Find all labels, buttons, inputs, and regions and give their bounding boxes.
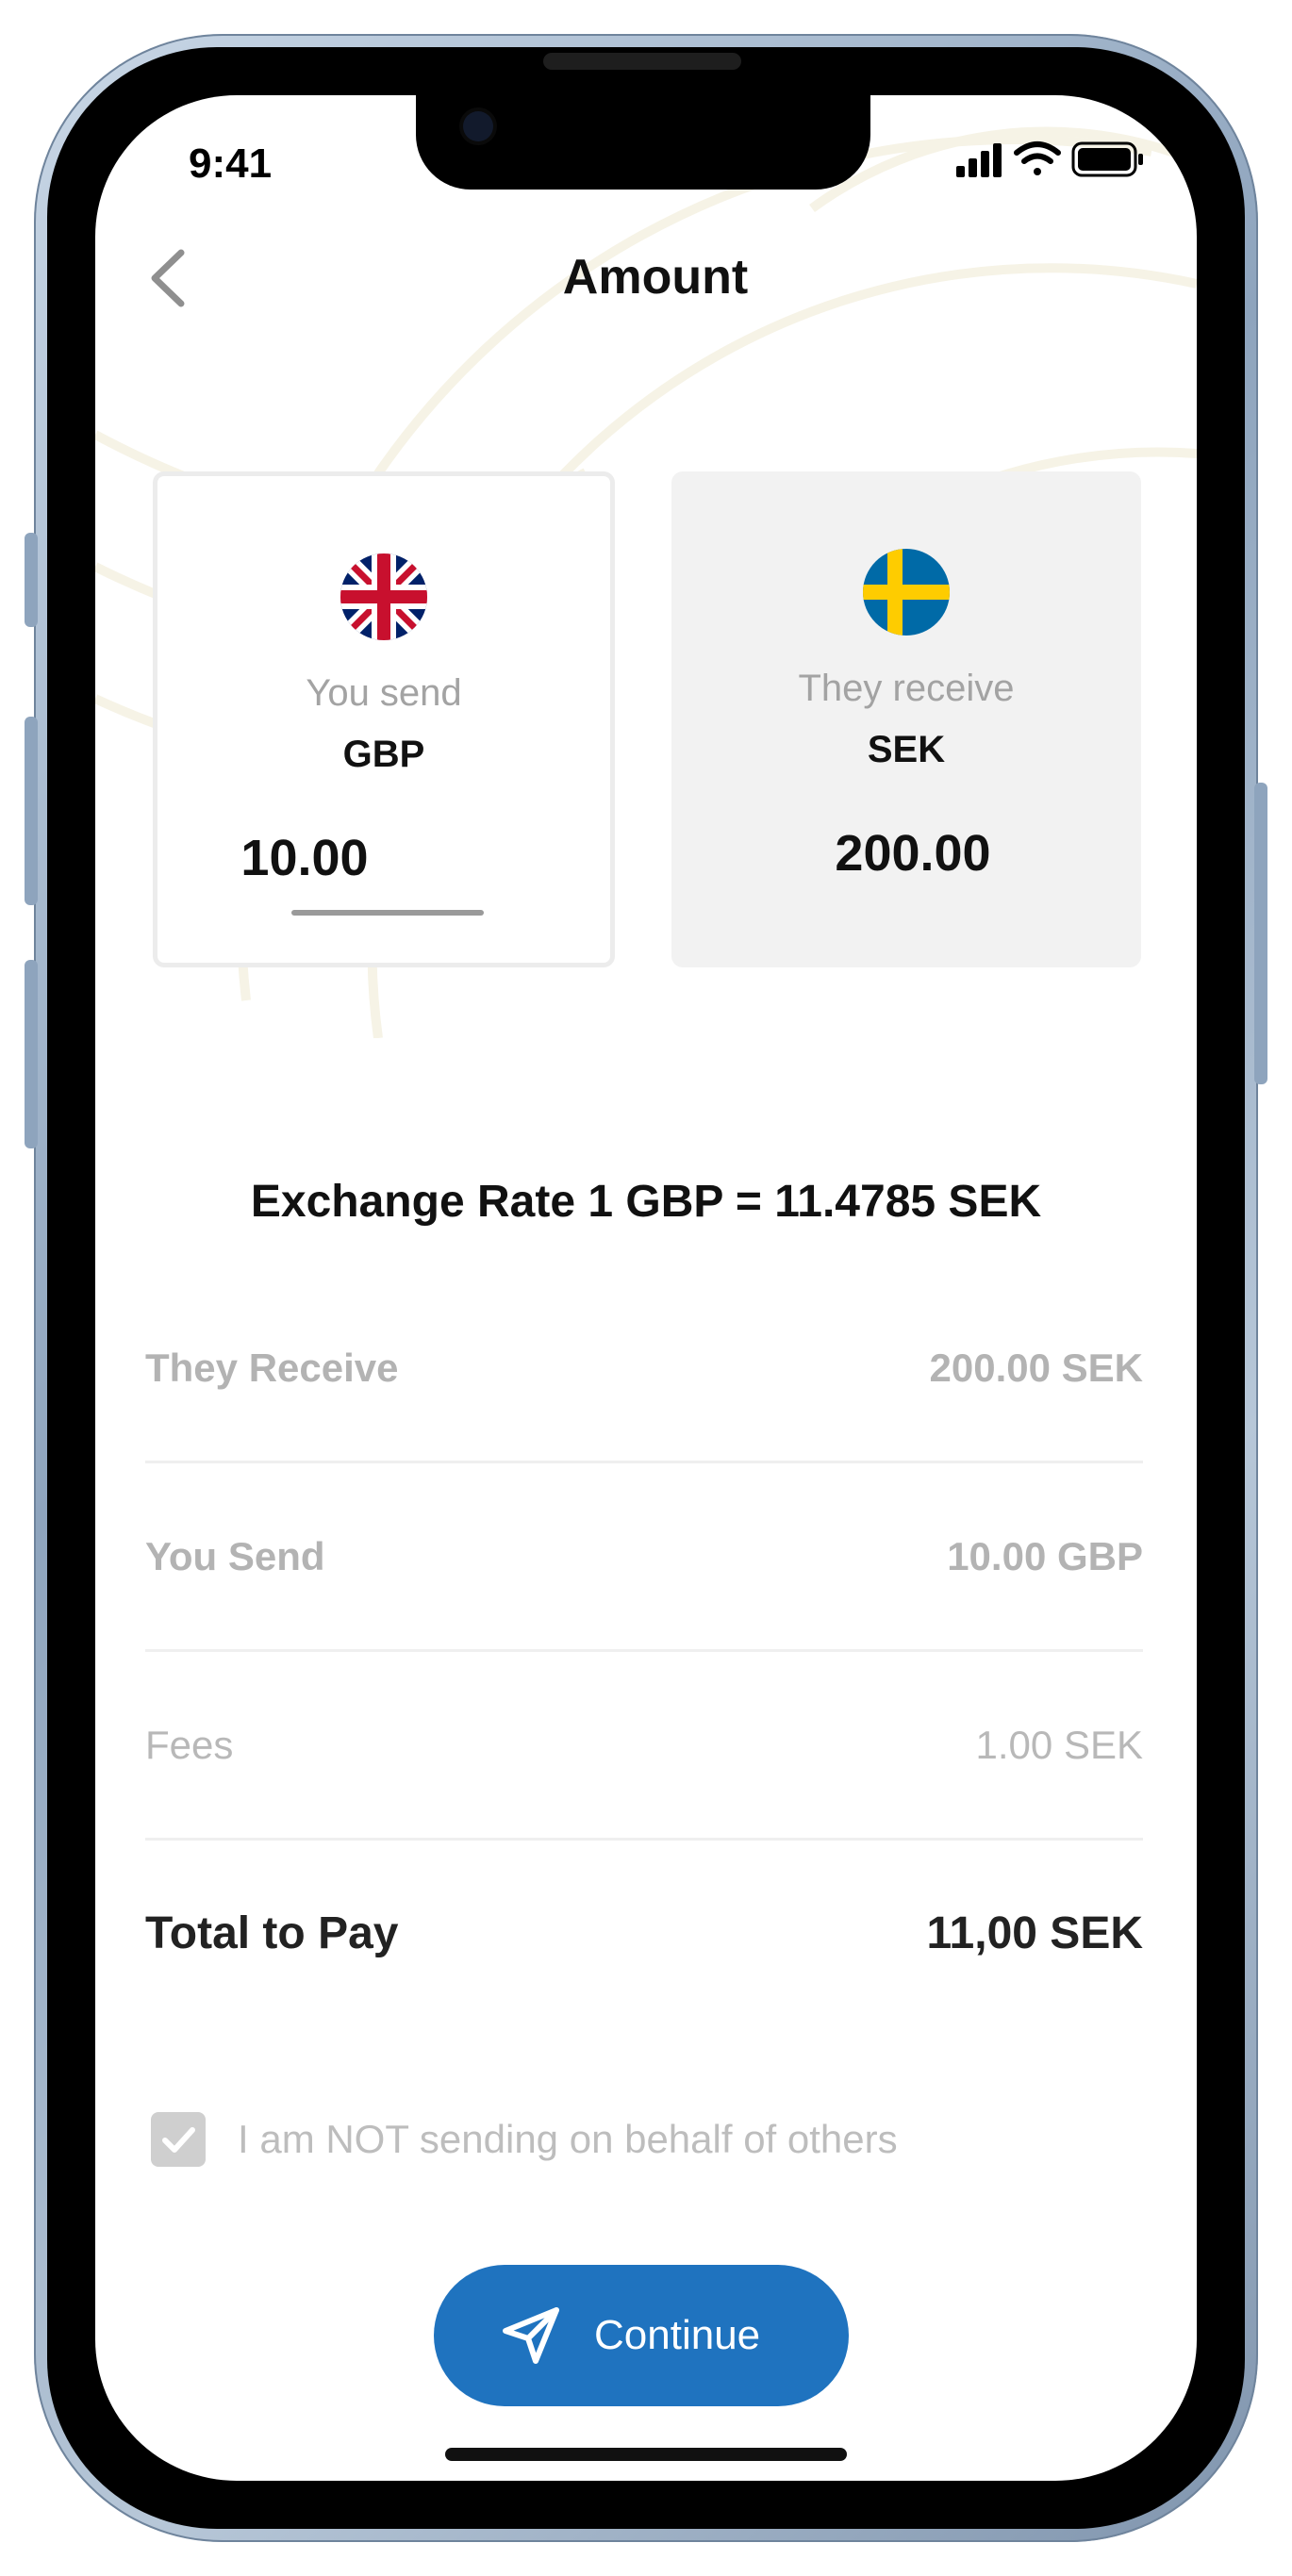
receive-label: They receive	[798, 668, 1015, 709]
summary-row-they-receive: They Receive 200.00 SEK	[145, 1335, 1143, 1401]
row-label: You Send	[145, 1534, 325, 1578]
back-button[interactable]	[141, 245, 198, 311]
receive-amount: 200.00	[835, 825, 991, 882]
send-card[interactable]: You send GBP	[153, 471, 615, 967]
send-amount-underline	[291, 910, 484, 916]
speaker-grille	[543, 53, 741, 70]
divider	[145, 1838, 1143, 1841]
divider	[145, 1461, 1143, 1463]
signal-icon	[956, 143, 1002, 177]
row-label: Total to Pay	[145, 1908, 399, 1958]
receive-currency-code: SEK	[867, 729, 946, 770]
summary-row-total: Total to Pay 11,00 SEK	[145, 1901, 1143, 1967]
send-currency-code: GBP	[342, 734, 425, 775]
row-value: 1.00 SEK	[975, 1723, 1143, 1767]
front-camera	[463, 111, 493, 141]
continue-label: Continue	[594, 2312, 761, 2358]
send-icon	[503, 2307, 559, 2364]
receive-card[interactable]: They receive SEK 200.00	[671, 471, 1141, 967]
row-value: 11,00 SEK	[926, 1908, 1144, 1958]
page-title: Amount	[562, 250, 749, 305]
continue-button[interactable]: Continue	[434, 2265, 849, 2406]
volume-down-button	[25, 960, 38, 1148]
sweden-flag-icon	[863, 549, 950, 636]
checkmark-icon	[162, 2127, 195, 2153]
home-indicator	[445, 2448, 847, 2461]
divider	[145, 1649, 1143, 1652]
declaration-label: I am NOT sending on behalf of others	[238, 2117, 898, 2161]
uk-flag-icon	[340, 553, 427, 640]
status-icons	[956, 141, 1143, 177]
wifi-icon	[1014, 141, 1061, 175]
declaration-checkbox[interactable]	[151, 2112, 206, 2167]
summary-row-you-send: You Send 10.00 GBP	[145, 1524, 1143, 1590]
row-label: Fees	[145, 1723, 234, 1767]
power-button	[1254, 783, 1267, 1084]
silent-switch	[25, 533, 38, 627]
summary-row-fees: Fees 1.00 SEK	[145, 1712, 1143, 1778]
exchange-rate: Exchange Rate 1 GBP = 11.4785 SEK	[250, 1177, 1042, 1227]
row-value: 200.00 SEK	[929, 1346, 1144, 1390]
row-value: 10.00 GBP	[947, 1534, 1143, 1578]
status-time: 9:41	[189, 140, 273, 187]
send-label: You send	[306, 672, 462, 714]
notch	[416, 95, 870, 190]
send-amount-input[interactable]	[210, 827, 399, 889]
row-label: They Receive	[145, 1346, 399, 1390]
volume-up-button	[25, 717, 38, 905]
battery-icon	[1071, 141, 1143, 177]
chevron-left-icon	[151, 249, 185, 307]
